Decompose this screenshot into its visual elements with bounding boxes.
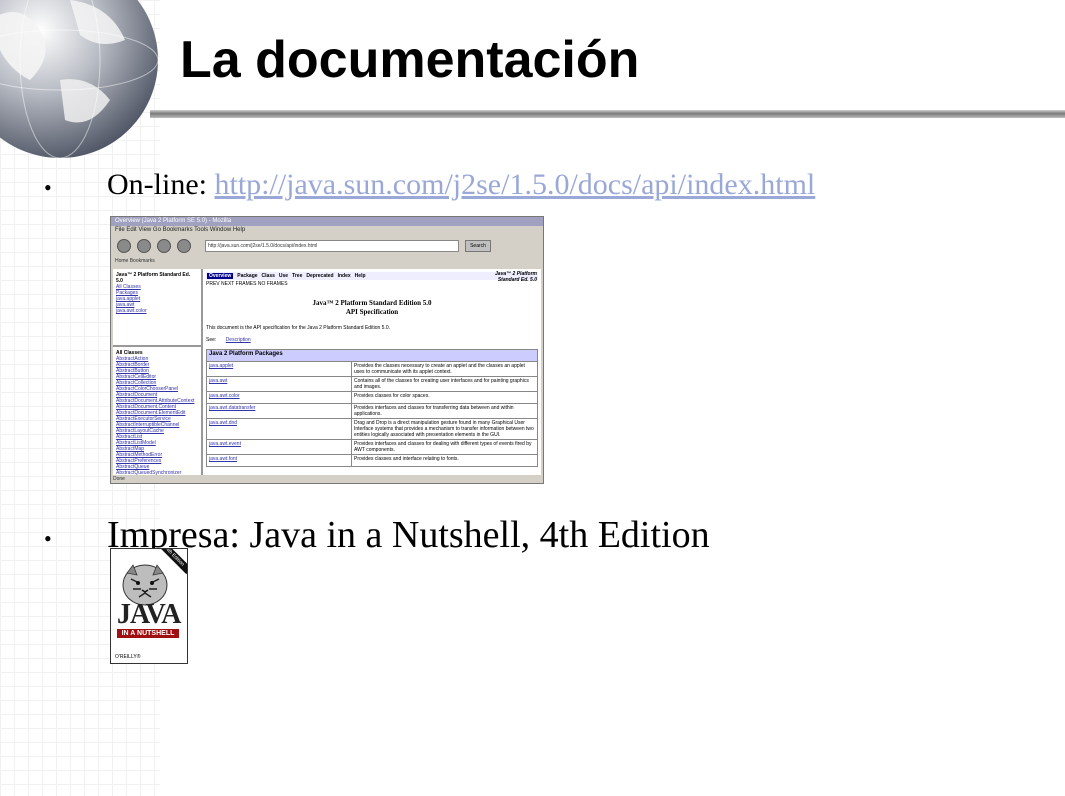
spec-intro: This document is the API specification f…: [206, 325, 390, 331]
reload-icon: [157, 239, 171, 253]
classes-list: AbstractAction AbstractBorder AbstractButt…: [116, 356, 198, 475]
package-description: Contains all of the classes for creating…: [351, 376, 538, 392]
spec-title: Java™ 2 Platform Standard Edition 5.0 AP…: [206, 299, 538, 317]
stop-icon: [177, 239, 191, 253]
package-description: Provides classes for color spaces.: [351, 391, 538, 404]
browser-status-bar: Done: [113, 476, 125, 482]
online-label: On-line:: [107, 168, 207, 201]
table-row: java.awt.event Provides interfaces and cl…: [206, 439, 538, 455]
table-row: java.awt.dnd Drag and Drop is a direct ma…: [206, 418, 538, 440]
table-row: java.applet Provides the classes necessar…: [206, 361, 538, 377]
navbar-item: Tree: [292, 273, 303, 279]
see-label: See:: [206, 337, 217, 343]
browser-menu-bar: File Edit View Go Bookmarks Tools Window…: [115, 227, 246, 233]
corner-title: Java™ 2 Platform Standard Ed. 5.0: [495, 271, 537, 283]
browser-search-button: Search: [465, 240, 491, 252]
navbar-item: Overview: [207, 273, 234, 279]
globe-icon: [0, 0, 159, 159]
table-row: java.awt.datatransfer Provides interfaces…: [206, 403, 538, 419]
navbar-item: Index: [337, 273, 351, 279]
browser-url-field: http://java.sun.com/j2se/1.5.0/docs/api/…: [205, 240, 459, 252]
package-name: java.awt.datatransfer: [206, 403, 352, 419]
spec-title-line2: API Specification: [345, 308, 399, 316]
package-description: Provides the classes necessary to create…: [351, 361, 538, 377]
packages-table: Java 2 Platform Packages java.applet Prov…: [206, 349, 538, 467]
package-name: java.awt: [206, 376, 352, 392]
classes-frame: All Classes AbstractAction AbstractBorder…: [113, 347, 201, 475]
browser-bookmarks-bar: Home Bookmarks: [115, 258, 155, 264]
package-name: java.awt.font: [206, 454, 352, 467]
book-subtitle: IN A NUTSHELL: [117, 629, 179, 638]
package-description: Provides classes and interface relating …: [351, 454, 538, 467]
see-line: See: Description: [206, 337, 538, 343]
javadoc-left-frames: Java™ 2 Platform Standard Ed. 5.0 All Cl…: [113, 269, 203, 475]
browser-screenshot: Overview (Java 2 Platform SE 5.0) - Mozi…: [110, 216, 544, 484]
navbar-item: Deprecated: [306, 273, 334, 279]
package-name: java.awt.dnd: [206, 418, 352, 440]
browser-content: Java™ 2 Platform Standard Ed. 5.0 All Cl…: [113, 269, 541, 475]
package-name: java.awt.event: [206, 439, 352, 455]
package-name: java.awt.color: [206, 391, 352, 404]
forward-icon: [137, 239, 151, 253]
package-description: Provides interfaces and classes for deal…: [351, 439, 538, 455]
packages-list: All Classes Packages java.applet java.awt ja…: [116, 284, 198, 314]
slide-title: La documentación: [180, 31, 640, 89]
table-row: java.awt Contains all of the classes for …: [206, 376, 538, 392]
packages-frame: Java™ 2 Platform Standard Ed. 5.0 All Cl…: [113, 269, 201, 347]
navbar-item: Help: [354, 273, 366, 279]
javadoc-link: java.awt.color: [116, 308, 147, 314]
bullet-print: •: [44, 526, 52, 551]
package-name: java.applet: [206, 361, 352, 377]
description-link: Description: [225, 337, 251, 343]
title-divider: [150, 110, 1065, 118]
package-description: Provides interfaces and classes for tran…: [351, 403, 538, 419]
table-row: java.awt.font Provides classes and interf…: [206, 454, 538, 467]
browser-toolbar: http://java.sun.com/j2se/1.5.0/docs/api/…: [111, 235, 543, 257]
print-line: Impresa: Java in a Nutshell, 4th Edition: [107, 514, 710, 556]
packages-frame-title: Java™ 2 Platform Standard Ed. 5.0: [116, 272, 191, 284]
browser-title-bar: Overview (Java 2 Platform SE 5.0) - Mozi…: [111, 217, 543, 226]
navbar-item: Use: [278, 273, 289, 279]
book-publisher: O'REILLY®: [115, 654, 141, 660]
package-description: Drag and Drop is a direct manipulation g…: [351, 418, 538, 440]
book-cover: 4th Edition JAVA IN A NUTSHELL O'REILLY®: [110, 548, 188, 664]
bullet-online: •: [44, 175, 52, 200]
packages-table-header: Java 2 Platform Packages: [206, 349, 538, 362]
online-line: On-line: http://java.sun.com/j2se/1.5.0/…: [107, 168, 815, 202]
navbar-item: Package: [237, 273, 258, 279]
javadoc-link: AbstractQueuedSynchronizer: [116, 470, 182, 475]
spec-title-line1: Java™ 2 Platform Standard Edition 5.0: [312, 299, 432, 307]
table-row: java.awt.color Provides classes for color…: [206, 391, 538, 404]
navbar-item: Class: [261, 273, 275, 279]
book-title: JAVA: [117, 599, 181, 630]
javadoc-main-frame: Java™ 2 Platform Standard Ed. 5.0 Overvi…: [203, 269, 541, 475]
api-docs-link[interactable]: http://java.sun.com/j2se/1.5.0/docs/api/…: [214, 168, 815, 201]
back-icon: [117, 239, 131, 253]
